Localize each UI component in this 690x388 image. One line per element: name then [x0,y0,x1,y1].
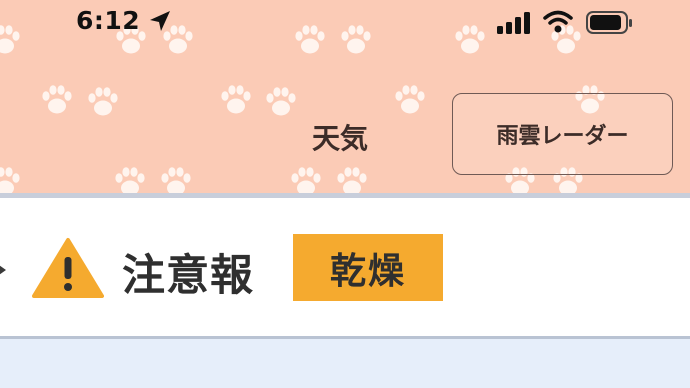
warning-icon [32,237,104,303]
cellular-signal-icon [497,12,531,38]
app-header: 6:12 天気 雨雲レーダー [0,0,690,193]
weather-alert-row[interactable]: 注意報 乾燥 [0,198,690,336]
panel-divider [0,336,690,339]
status-time: 6:12 [76,6,141,35]
chevron-right-icon [0,262,8,281]
alert-type-badge: 乾燥 [293,234,443,301]
status-bar: 6:12 [0,0,690,48]
location-arrow-icon [148,9,172,37]
rain-radar-button[interactable]: 雨雲レーダー [452,93,673,175]
wifi-icon [543,10,573,38]
battery-icon [586,10,634,40]
alert-level-label: 注意報 [122,251,254,301]
page-title: 天気 [312,122,369,155]
